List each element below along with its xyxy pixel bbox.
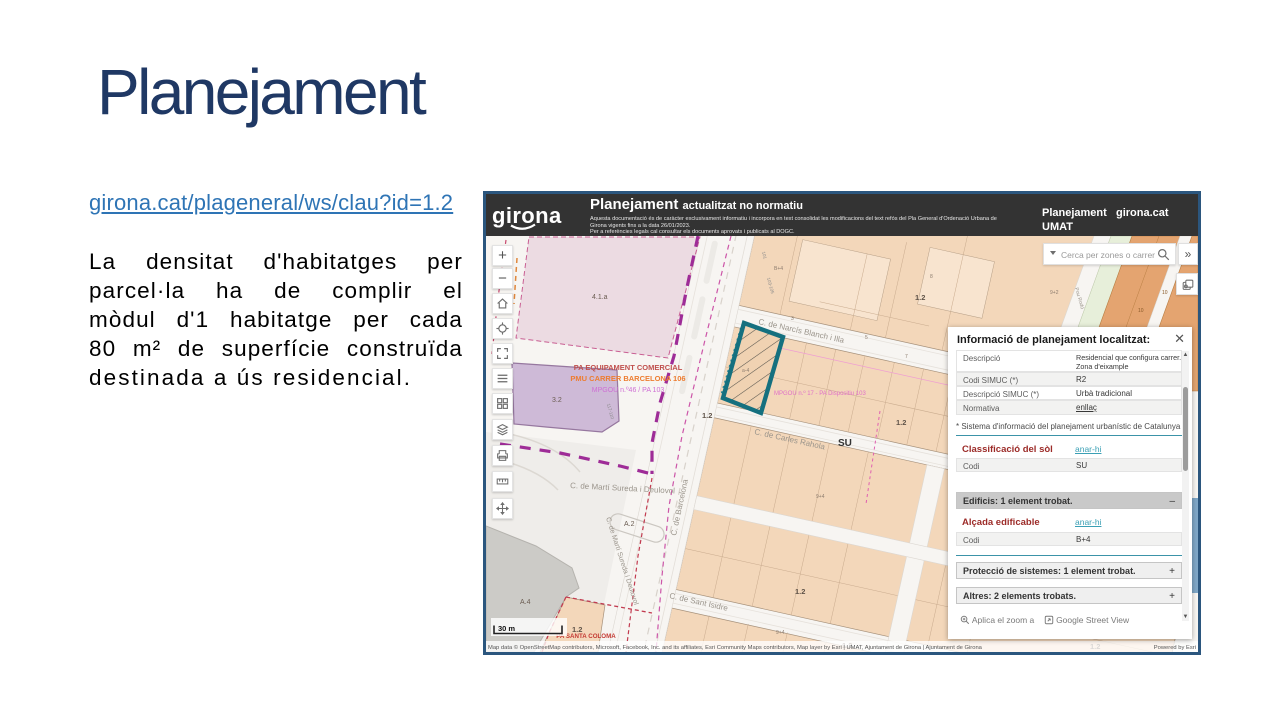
svg-text:8: 8 xyxy=(930,274,933,280)
svg-text:10: 10 xyxy=(1162,290,1168,296)
svg-text:MPGOU n.º 17 - PA Dispositiu 1: MPGOU n.º 17 - PA Dispositiu 103 xyxy=(774,390,866,397)
svg-text:30 m: 30 m xyxy=(498,624,515,633)
svg-text:9+4: 9+4 xyxy=(776,630,785,636)
svg-text:PA EQUIPAMENT COMERCIAL: PA EQUIPAMENT COMERCIAL xyxy=(574,363,683,372)
svg-text:girona: girona xyxy=(492,203,562,228)
svg-text:3.2: 3.2 xyxy=(552,397,562,404)
svg-text:1.2: 1.2 xyxy=(795,587,805,596)
svg-text:7: 7 xyxy=(905,354,908,360)
svg-text:A.4: A.4 xyxy=(520,599,531,606)
svg-text:1.2: 1.2 xyxy=(915,293,925,302)
svg-text:9+4: 9+4 xyxy=(816,494,825,500)
svg-text:B+4: B+4 xyxy=(774,266,783,272)
svg-text:a-4: a-4 xyxy=(742,368,749,374)
svg-text:MPGOU n.º46 / PA 103: MPGOU n.º46 / PA 103 xyxy=(592,387,665,394)
svg-text:1.2: 1.2 xyxy=(702,411,712,420)
svg-text:SU: SU xyxy=(838,438,852,449)
svg-text:4.1.a: 4.1.a xyxy=(592,294,608,301)
svg-text:5: 5 xyxy=(865,335,868,341)
svg-text:A.2: A.2 xyxy=(624,521,635,528)
svg-text:PMU CARRER BARCELONA 106: PMU CARRER BARCELONA 106 xyxy=(570,374,685,383)
svg-text:10: 10 xyxy=(1138,308,1144,314)
svg-text:9+2: 9+2 xyxy=(1050,290,1059,296)
svg-text:3: 3 xyxy=(791,316,794,322)
svg-text:Map data © OpenStreetMap contr: Map data © OpenStreetMap contributors, M… xyxy=(488,644,983,651)
svg-text:1.2: 1.2 xyxy=(896,418,906,427)
svg-text:Powered by Esri: Powered by Esri xyxy=(1154,645,1196,651)
